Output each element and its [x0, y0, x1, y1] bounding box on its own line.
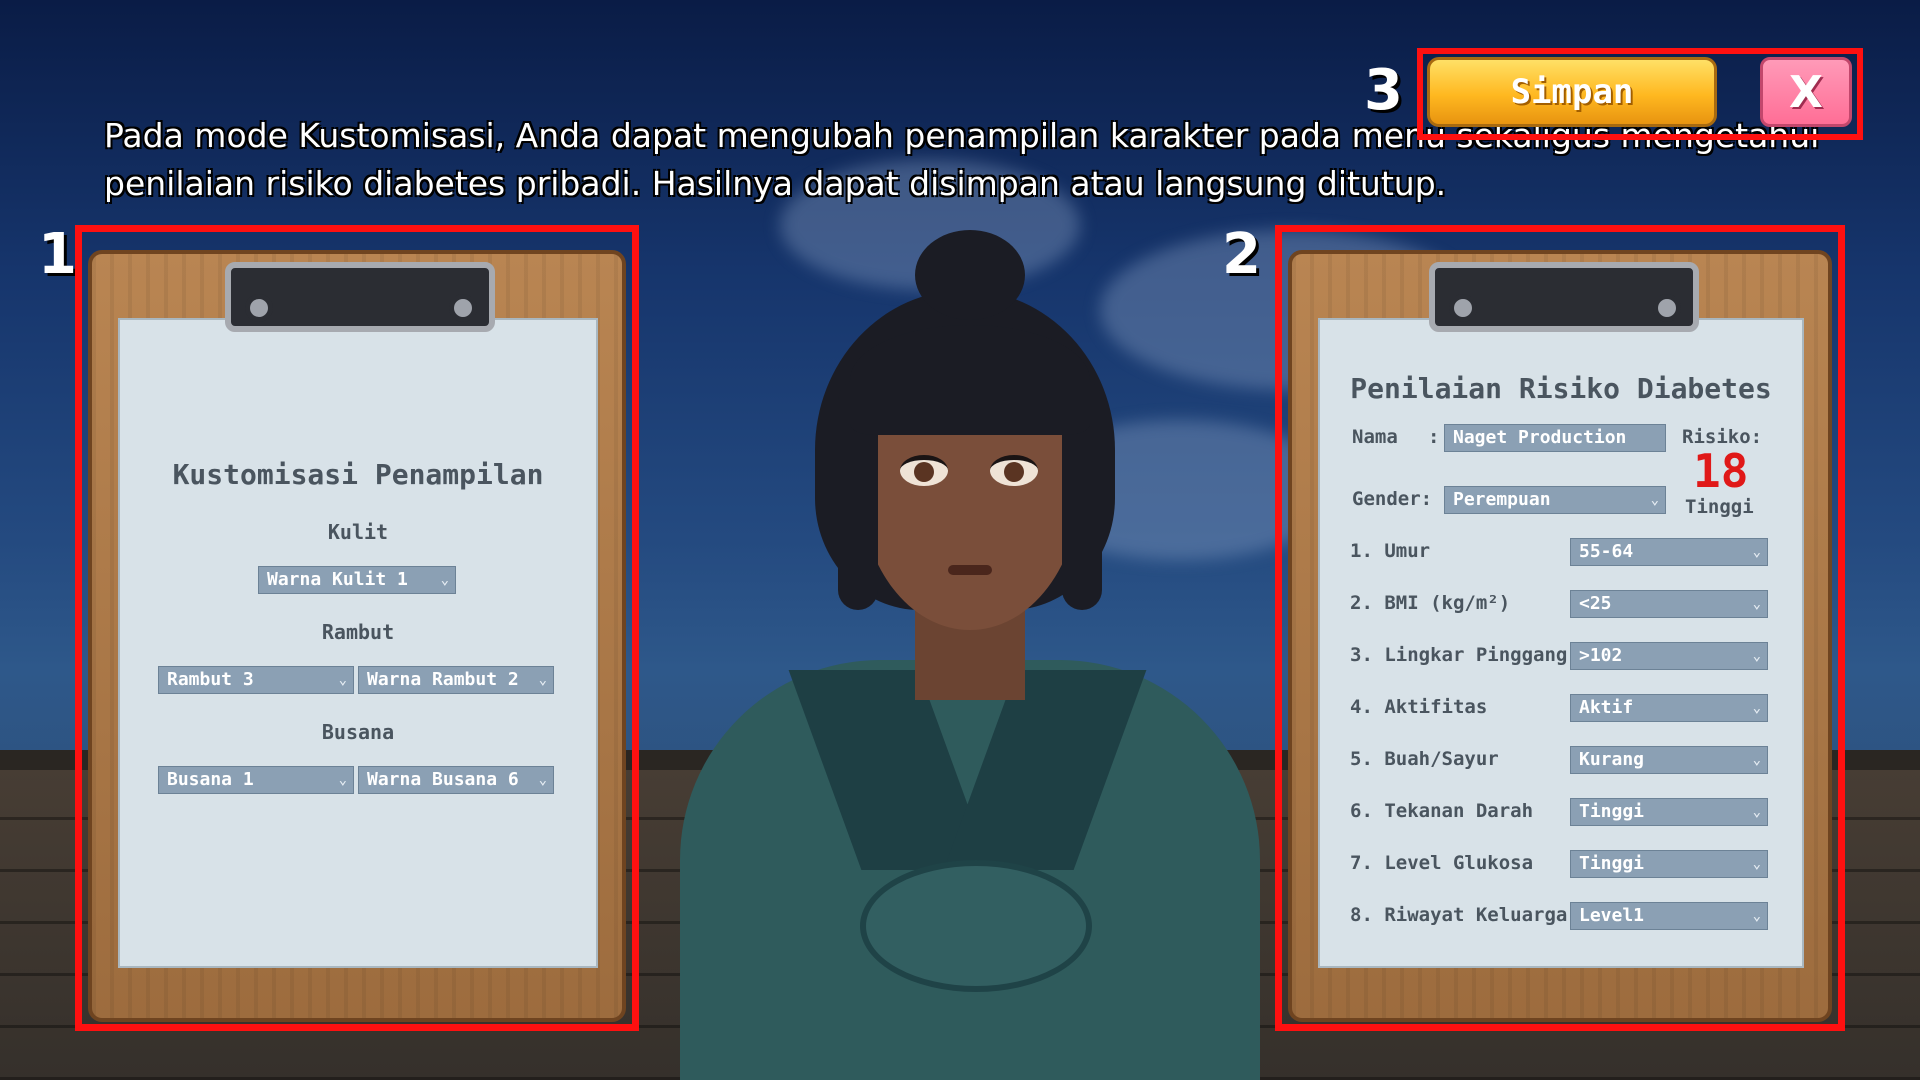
- character-preview: [660, 230, 1260, 1080]
- question-label-age: 1. Umur: [1350, 540, 1431, 562]
- outfit-style-value: Busana 1: [167, 769, 254, 790]
- clipboard-clip: [1429, 262, 1699, 332]
- chevron-down-icon: ⌄: [1752, 856, 1761, 872]
- clipboard-clip: [225, 262, 495, 332]
- customization-paper: Kustomisasi Penampilan Kulit Warna Kulit…: [118, 318, 598, 968]
- chevron-down-icon: ⌄: [1650, 492, 1659, 508]
- question-label-bmi: 2. BMI (kg/m²): [1350, 592, 1511, 614]
- close-icon: X: [1789, 66, 1823, 118]
- mouth: [948, 565, 992, 575]
- label-number-3: 3: [1364, 58, 1403, 123]
- chevron-down-icon: ⌄: [440, 572, 449, 588]
- hair-bun: [915, 230, 1025, 320]
- outfit-color-value: Warna Busana 6: [367, 769, 519, 790]
- eye-left: [900, 455, 948, 486]
- question-label-waist: 3. Lingkar Pinggang: [1350, 644, 1568, 666]
- skin-color-value: Warna Kulit 1: [267, 569, 408, 590]
- question-value-activity: Aktif: [1579, 697, 1634, 718]
- question-dropdown-fruit-veg[interactable]: Kurang ⌄: [1570, 746, 1768, 774]
- gender-value: Perempuan: [1453, 489, 1551, 510]
- risk-score: 18: [1693, 444, 1749, 498]
- question-label-glucose: 7. Level Glukosa: [1350, 852, 1534, 874]
- chevron-down-icon: ⌄: [1752, 700, 1761, 716]
- question-dropdown-age[interactable]: 55-64 ⌄: [1570, 538, 1768, 566]
- chevron-down-icon: ⌄: [338, 772, 347, 788]
- question-value-fruit-veg: Kurang: [1579, 749, 1645, 770]
- assessment-paper: Penilaian Risiko Diabetes Nama : Naget P…: [1318, 318, 1804, 968]
- eye-right: [990, 455, 1038, 486]
- clip-ring: [1653, 294, 1681, 322]
- question-label-family-history: 8. Riwayat Keluarga: [1350, 904, 1568, 926]
- risk-level: Tinggi: [1685, 496, 1754, 518]
- name-colon: :: [1428, 426, 1440, 448]
- chevron-down-icon: ⌄: [1752, 544, 1761, 560]
- chevron-down-icon: ⌄: [538, 672, 547, 688]
- question-dropdown-bmi[interactable]: <25 ⌄: [1570, 590, 1768, 618]
- assessment-clipboard: Penilaian Risiko Diabetes Nama : Naget P…: [1288, 250, 1832, 1022]
- question-dropdown-waist[interactable]: >102 ⌄: [1570, 642, 1768, 670]
- question-dropdown-glucose[interactable]: Tinggi ⌄: [1570, 850, 1768, 878]
- question-label-blood-pressure: 6. Tekanan Darah: [1350, 800, 1534, 822]
- skin-label: Kulit: [327, 520, 389, 544]
- chevron-down-icon: ⌄: [1752, 648, 1761, 664]
- outfit-style-dropdown[interactable]: Busana 1 ⌄: [158, 766, 354, 794]
- chevron-down-icon: ⌄: [538, 772, 547, 788]
- question-value-glucose: Tinggi: [1579, 853, 1645, 874]
- save-button[interactable]: Simpan: [1427, 57, 1717, 127]
- gender-dropdown[interactable]: Perempuan ⌄: [1444, 486, 1666, 514]
- question-value-bmi: <25: [1579, 593, 1612, 614]
- assessment-title: Penilaian Risiko Diabetes: [1350, 372, 1772, 405]
- hair-label: Rambut: [321, 620, 395, 644]
- chevron-down-icon: ⌄: [1752, 596, 1761, 612]
- chevron-down-icon: ⌄: [1752, 752, 1761, 768]
- question-value-waist: >102: [1579, 645, 1623, 666]
- label-number-1: 1: [38, 222, 77, 287]
- outfit-color-dropdown[interactable]: Warna Busana 6 ⌄: [358, 766, 554, 794]
- hair-bangs: [850, 325, 1090, 435]
- question-dropdown-activity[interactable]: Aktif ⌄: [1570, 694, 1768, 722]
- customization-title: Kustomisasi Penampilan: [172, 458, 544, 491]
- question-value-family-history: Level1: [1579, 905, 1645, 926]
- name-field[interactable]: Naget Production: [1444, 424, 1666, 452]
- name-value: Naget Production: [1453, 427, 1627, 448]
- close-button[interactable]: X: [1760, 57, 1852, 127]
- clip-ring: [1449, 294, 1477, 322]
- hair-color-dropdown[interactable]: Warna Rambut 2 ⌄: [358, 666, 554, 694]
- hair-style-value: Rambut 3: [167, 669, 254, 690]
- hair-style-dropdown[interactable]: Rambut 3 ⌄: [158, 666, 354, 694]
- hair-color-value: Warna Rambut 2: [367, 669, 519, 690]
- label-number-2: 2: [1222, 222, 1261, 287]
- question-value-blood-pressure: Tinggi: [1579, 801, 1645, 822]
- chevron-down-icon: ⌄: [1752, 804, 1761, 820]
- name-label: Nama: [1352, 426, 1398, 448]
- question-dropdown-blood-pressure[interactable]: Tinggi ⌄: [1570, 798, 1768, 826]
- clip-ring: [449, 294, 477, 322]
- outfit-label: Busana: [321, 720, 395, 744]
- outfit-bow: [860, 860, 1092, 992]
- chevron-down-icon: ⌄: [338, 672, 347, 688]
- skin-color-dropdown[interactable]: Warna Kulit 1 ⌄: [258, 566, 456, 594]
- question-dropdown-family-history[interactable]: Level1 ⌄: [1570, 902, 1768, 930]
- question-label-fruit-veg: 5. Buah/Sayur: [1350, 748, 1499, 770]
- gender-label: Gender:: [1352, 488, 1433, 510]
- question-label-activity: 4. Aktifitas: [1350, 696, 1488, 718]
- chevron-down-icon: ⌄: [1752, 908, 1761, 924]
- clip-ring: [245, 294, 273, 322]
- customization-clipboard: Kustomisasi Penampilan Kulit Warna Kulit…: [88, 250, 626, 1022]
- question-value-age: 55-64: [1579, 541, 1634, 562]
